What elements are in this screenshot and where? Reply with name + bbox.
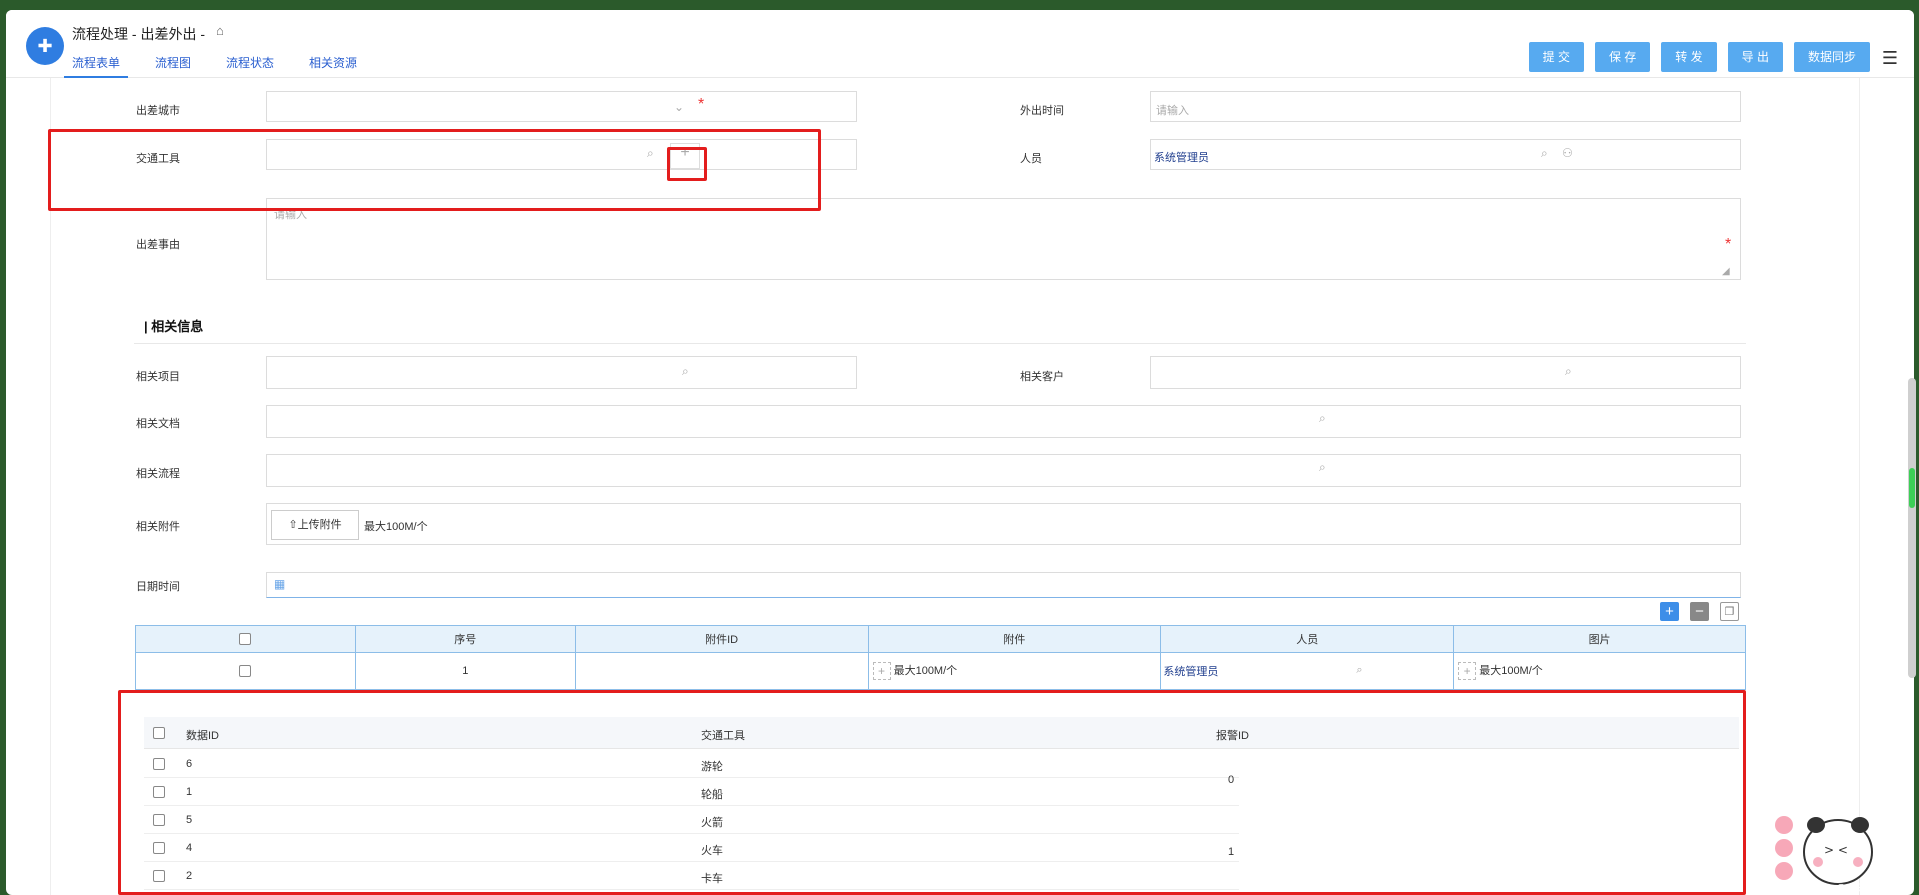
export-button[interactable]: 导 出 xyxy=(1727,42,1783,72)
add-row-icon[interactable]: + xyxy=(1660,602,1679,621)
person-value: 系统管理员 xyxy=(1154,152,1209,164)
city-label: 出差城市 xyxy=(136,105,180,117)
table-header-row: 序号 附件ID 附件 人员 图片 xyxy=(135,625,1746,653)
submit-button[interactable]: 提 交 xyxy=(1528,42,1584,72)
doc-input[interactable] xyxy=(266,405,1741,438)
table-row: 1 + 最大100M/个 系统管理员 ⌕ + 最大100M/个 xyxy=(135,652,1746,690)
copy-row-icon[interactable]: ❐ xyxy=(1720,602,1739,621)
badge-icon xyxy=(1775,862,1793,880)
city-select[interactable] xyxy=(266,91,857,122)
watermark-text: CSDN @0天M宇J xyxy=(1801,883,1890,895)
section-title: | 相关信息 xyxy=(144,319,204,334)
search-icon[interactable]: ⌕ xyxy=(682,364,689,379)
column-header: 序号 xyxy=(354,625,576,653)
select-all-cell xyxy=(135,625,356,653)
scrollbar-thumb[interactable] xyxy=(1908,378,1916,678)
row-select-cell xyxy=(135,652,356,690)
attach-cell: + 最大100M/个 xyxy=(867,652,1162,690)
tab-status[interactable]: 流程状态 xyxy=(226,54,274,78)
scrollbar[interactable] xyxy=(1907,68,1917,885)
tab-form[interactable]: 流程表单 xyxy=(63,54,129,78)
tag-icon[interactable]: ⌂ xyxy=(216,23,224,38)
upload-icon: ⇧ xyxy=(288,519,298,531)
flow-label: 相关流程 xyxy=(136,468,180,480)
flow-input[interactable] xyxy=(266,454,1741,487)
out-time-input[interactable] xyxy=(1150,91,1741,122)
tab-flowchart[interactable]: 流程图 xyxy=(155,54,191,78)
search-icon[interactable]: ⌕ xyxy=(1356,664,1362,677)
search-icon[interactable]: ⌕ xyxy=(1319,460,1326,475)
search-icon[interactable]: ⌕ xyxy=(1541,146,1548,161)
datetime-label: 日期时间 xyxy=(136,581,180,593)
add-image-icon[interactable]: + xyxy=(1458,662,1477,681)
highlight-add xyxy=(667,147,707,181)
upload-button[interactable]: ⇧上传附件 xyxy=(271,510,359,540)
datetime-input[interactable] xyxy=(266,572,1741,598)
image-cell: + 最大100M/个 xyxy=(1453,652,1746,690)
column-header: 人员 xyxy=(1160,625,1455,653)
resize-handle-icon[interactable]: ◢ xyxy=(1722,266,1730,277)
action-bar: 提 交 保 存 转 发 导 出 数据同步 xyxy=(1518,42,1870,72)
save-button[interactable]: 保 存 xyxy=(1594,42,1651,72)
chevron-down-icon[interactable]: ⌄ xyxy=(674,100,684,114)
reason-label: 出差事由 xyxy=(136,239,180,251)
section-divider xyxy=(134,343,1746,344)
person-label: 人员 xyxy=(1020,153,1042,165)
column-header: 附件 xyxy=(867,625,1162,653)
remove-row-icon[interactable]: − xyxy=(1690,602,1709,621)
app-window: ✚ 流程处理 - 出差外出 - ⌂ 流程表单 流程图 流程状态 相关资源 提 交… xyxy=(6,10,1914,895)
attach-area xyxy=(266,503,1741,545)
row-checkbox[interactable] xyxy=(239,665,252,678)
person-input[interactable] xyxy=(1150,139,1741,170)
add-file-icon[interactable]: + xyxy=(872,662,891,681)
search-icon[interactable]: ⌕ xyxy=(1565,364,1572,379)
attach-id-cell[interactable] xyxy=(574,652,869,690)
detail-table: 序号 附件ID 附件 人员 图片 1 + 最大100M/个 系统管理员 ⌕ + 最… xyxy=(135,625,1746,690)
page-title: 流程处理 - 出差外出 - xyxy=(72,26,205,42)
scroll-indicator xyxy=(1909,468,1915,508)
column-header: 图片 xyxy=(1453,625,1746,653)
person-cell[interactable]: 系统管理员 ⌕ xyxy=(1160,652,1455,690)
column-header: 附件ID xyxy=(574,625,869,653)
out-time-placeholder: 请输入 xyxy=(1156,105,1189,117)
required-icon: * xyxy=(698,96,705,113)
svg-text:> <: > < xyxy=(1824,843,1848,857)
badge-icon xyxy=(1775,839,1793,857)
customer-label: 相关客户 xyxy=(1020,371,1064,383)
project-input[interactable] xyxy=(266,356,857,389)
data-sync-button[interactable]: 数据同步 xyxy=(1793,42,1870,72)
select-all-checkbox[interactable] xyxy=(239,633,252,646)
out-time-label: 外出时间 xyxy=(1020,105,1064,117)
tab-bar: 流程表单 流程图 流程状态 相关资源 xyxy=(63,54,392,78)
required-icon: * xyxy=(1725,236,1732,253)
index-cell: 1 xyxy=(354,652,576,690)
doc-label: 相关文档 xyxy=(136,418,180,430)
calendar-icon[interactable]: ▦ xyxy=(274,577,285,591)
forward-button[interactable]: 转 发 xyxy=(1661,42,1717,72)
menu-icon[interactable]: ☰ xyxy=(1882,48,1898,69)
tab-resources[interactable]: 相关资源 xyxy=(309,54,357,78)
user-select-icon[interactable]: ⚇ xyxy=(1562,146,1573,160)
project-label: 相关项目 xyxy=(136,371,180,383)
top-bar: ✚ 流程处理 - 出差外出 - ⌂ 流程表单 流程图 流程状态 相关资源 提 交… xyxy=(6,10,1914,78)
search-icon[interactable]: ⌕ xyxy=(1319,411,1326,426)
highlight-lookup xyxy=(118,690,1746,895)
customer-input[interactable] xyxy=(1150,356,1741,389)
attach-label: 相关附件 xyxy=(136,521,180,533)
badge-icon xyxy=(1775,816,1793,834)
max-size-text: 最大100M/个 xyxy=(364,521,428,533)
app-logo-icon: ✚ xyxy=(26,27,64,65)
